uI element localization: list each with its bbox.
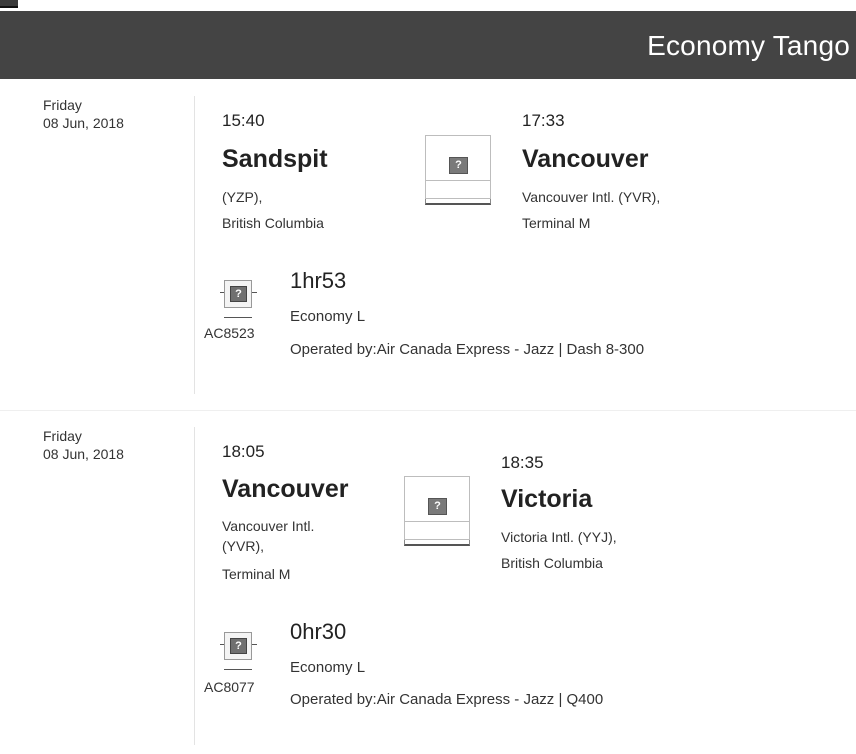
departure-time: 15:40 [222,111,265,130]
cabin-class: Economy L [290,659,366,676]
airline-logo-icon: ? [219,280,257,326]
flight-duration: 1hr53 [290,268,347,293]
question-mark-icon: ? [230,638,247,654]
segment-day: Friday [43,97,82,113]
question-mark-icon: ? [230,286,247,302]
departure-airport-line2: (YVR), [222,538,264,554]
image-frame-bar [425,180,491,181]
airline-logo-icon: ? [219,632,257,678]
broken-image-icon: ? [425,135,491,199]
departure-airport: (YZP), [222,189,263,205]
segment-date: Friday 08 Jun, 2018 [43,96,124,132]
departure-airport-line1: Vancouver Intl. [222,518,315,534]
departure-details: (YZP), British Columbia [222,185,324,235]
segment-separator [0,410,856,411]
arrival-region: British Columbia [501,555,603,571]
image-frame-bar [404,521,470,522]
aircraft-image: ? [404,476,470,546]
arrival-time: 17:33 [522,111,565,130]
segment-date-value: 08 Jun, 2018 [43,115,124,131]
departure-city: Vancouver [222,475,349,503]
arrival-details: Victoria Intl. (YYJ), British Columbia [501,525,617,575]
arrival-city: Vancouver [522,145,649,173]
question-mark-icon: ? [449,157,468,174]
departure-region: British Columbia [222,215,324,231]
fare-header-bar: Economy Tango [0,11,856,79]
arrival-city: Victoria [501,485,593,513]
arrival-time: 18:35 [501,453,544,472]
segment-divider [194,96,195,394]
image-frame-base [404,540,470,546]
arrival-airport: Victoria Intl. (YYJ), [501,529,617,545]
image-frame-base [425,199,491,205]
departure-time: 18:05 [222,442,265,461]
cabin-class: Economy L [290,308,366,325]
departure-details: Vancouver Intl. (YVR), Terminal M [222,516,314,584]
flight-segment: Friday 08 Jun, 2018 15:40 Sandspit (YZP)… [0,96,856,396]
arrival-region: Terminal M [522,215,591,231]
segment-divider [194,427,195,745]
aircraft-image: ? [425,135,491,205]
arrival-details: Vancouver Intl. (YVR), Terminal M [522,185,660,235]
flight-number: AC8523 [204,325,255,341]
operated-by: Operated by:Air Canada Express - Jazz | … [290,691,604,708]
flight-segment: Friday 08 Jun, 2018 18:05 Vancouver Vanc… [0,427,856,747]
segment-date: Friday 08 Jun, 2018 [43,427,124,463]
fare-title: Economy Tango [647,30,850,61]
departure-region: Terminal M [222,566,291,582]
flight-number: AC8077 [204,679,255,695]
segment-date-value: 08 Jun, 2018 [43,446,124,462]
segment-day: Friday [43,428,82,444]
departure-city: Sandspit [222,145,328,173]
flight-duration: 0hr30 [290,619,347,644]
broken-image-icon: ? [404,476,470,540]
arrival-airport: Vancouver Intl. (YVR), [522,189,661,205]
top-corner-mark [0,0,18,8]
question-mark-icon: ? [428,498,447,515]
operated-by: Operated by:Air Canada Express - Jazz | … [290,341,645,358]
